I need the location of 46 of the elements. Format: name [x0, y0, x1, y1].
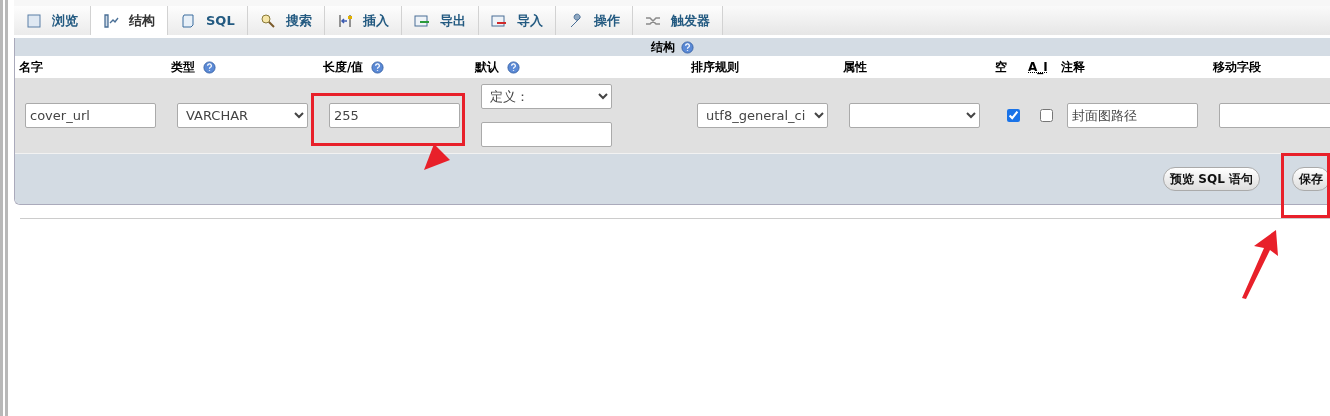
tab[interactable]: SQL	[168, 6, 248, 35]
column-header: 名字	[19, 58, 43, 76]
tab[interactable]: 结构	[91, 6, 168, 35]
column-header: 排序规则	[691, 58, 739, 76]
tab-icon	[180, 12, 196, 29]
tab-icon	[413, 12, 430, 29]
attribute-select[interactable]	[849, 103, 980, 128]
default-value-field[interactable]	[481, 122, 612, 147]
tab-icon	[259, 12, 276, 29]
column-header: 属性	[843, 58, 867, 76]
action-button[interactable]: 保存	[1292, 167, 1330, 191]
column-header: 长度/值	[323, 58, 364, 76]
help-icon[interactable]	[681, 40, 694, 54]
tab[interactable]: 搜索	[247, 6, 325, 35]
tab[interactable]: 操作	[555, 6, 633, 35]
column-header: 移动字段	[1213, 58, 1261, 76]
type-select[interactable]: VARCHAR	[177, 103, 308, 128]
action-button[interactable]: 预览 SQL 语句	[1163, 167, 1260, 191]
default-select[interactable]: 定义：	[481, 84, 612, 109]
tab[interactable]: 插入	[324, 6, 402, 35]
collation-select[interactable]: utf8_general_ci	[697, 103, 828, 128]
tab[interactable]: 浏览	[14, 6, 91, 35]
tab-icon	[336, 12, 353, 29]
tab-icon	[103, 12, 119, 29]
length-field[interactable]: 255	[329, 103, 460, 128]
name-field[interactable]: cover_url	[25, 103, 156, 128]
highlight-box	[1281, 153, 1330, 218]
help-icon[interactable]	[371, 60, 385, 74]
tab-icon	[490, 12, 507, 29]
null-checkbox[interactable]	[1007, 109, 1020, 122]
tab[interactable]: 触发器	[632, 6, 723, 35]
section-title: 结构	[651, 38, 675, 56]
tab[interactable]: 导入	[478, 6, 556, 35]
tab-icon	[26, 12, 42, 29]
comment-field[interactable]: 封面图路径	[1067, 103, 1198, 128]
auto-increment-checkbox[interactable]	[1040, 109, 1053, 122]
column-header: 类型	[171, 58, 195, 76]
column-header: 注释	[1061, 58, 1085, 76]
move-field-input[interactable]	[1219, 103, 1330, 128]
help-icon[interactable]	[507, 60, 520, 74]
column-header: A_I	[1028, 60, 1048, 74]
column-header: 空	[995, 58, 1007, 76]
tab[interactable]: 导出	[401, 6, 479, 35]
help-icon[interactable]	[203, 60, 216, 74]
column-header: 默认	[475, 58, 499, 76]
arrow	[1240, 228, 1280, 300]
